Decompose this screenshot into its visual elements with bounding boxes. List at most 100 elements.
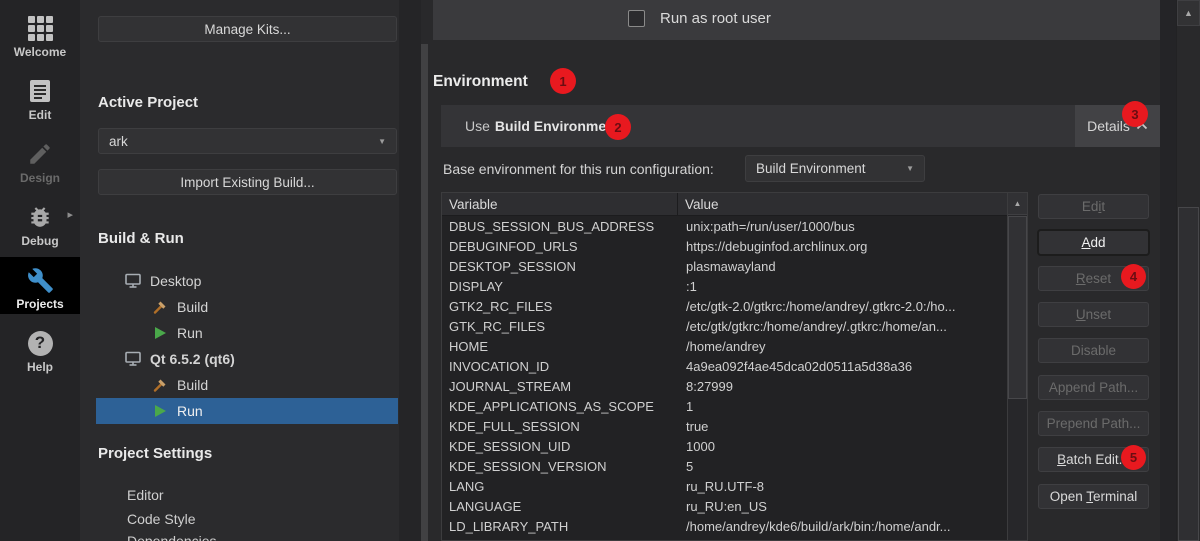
base-environment-select[interactable]: Build Environment ▼: [745, 155, 925, 182]
tree-item-build[interactable]: Build: [80, 372, 398, 398]
active-project-select[interactable]: ark ▼: [98, 128, 397, 154]
batch-edit-button[interactable]: Batch Edit...5: [1038, 447, 1149, 472]
sidebar-item-label: Edit: [29, 108, 52, 122]
mnemonic-underline: B: [1057, 452, 1066, 467]
sidebar-item-welcome[interactable]: Welcome: [0, 5, 80, 62]
import-existing-build-button[interactable]: Import Existing Build...: [98, 169, 397, 195]
open-terminal-button-label: Open Terminal: [1050, 489, 1138, 504]
value-cell: true: [678, 419, 1027, 434]
tree-item-desktop[interactable]: Desktop: [80, 268, 398, 294]
table-row[interactable]: GTK2_RC_FILES/etc/gtk-2.0/gtkrc:/home/an…: [442, 296, 1027, 316]
unset-button[interactable]: Unset: [1038, 302, 1149, 327]
splitter-handle[interactable]: [421, 44, 428, 541]
window-scrollbar[interactable]: ▲: [1176, 0, 1200, 541]
tree-item-label: Desktop: [150, 273, 201, 289]
add-button[interactable]: Add: [1038, 230, 1149, 255]
tree-item-run[interactable]: Run: [96, 398, 398, 424]
run-icon: [155, 327, 166, 339]
value-cell: 4a9ea092f4ae45dca02d0511a5d38a36: [678, 359, 1027, 374]
mode-sidebar: Welcome Edit Design ▸ Debug Projects ?Help: [0, 0, 80, 541]
window-scrollbar-thumb[interactable]: [1178, 207, 1199, 541]
value-cell: /etc/gtk/gtkrc:/home/andrey/.gtkrc:/home…: [678, 319, 1027, 334]
manage-kits-button[interactable]: Manage Kits...: [98, 16, 397, 42]
prepend-path-button-label: Prepend Path...: [1047, 416, 1141, 431]
panel-gutter: [399, 0, 421, 541]
value-cell: unix:path=/run/user/1000/bus: [678, 219, 1027, 234]
table-row[interactable]: DISPLAY:1: [442, 276, 1027, 296]
table-header: Variable Value: [442, 193, 1027, 216]
table-scrollbar[interactable]: ▲: [1007, 193, 1027, 540]
edit-button[interactable]: Edit: [1038, 194, 1149, 219]
hammer-icon: [152, 299, 168, 315]
open-terminal-button[interactable]: Open Terminal: [1038, 484, 1149, 509]
document-icon: [28, 74, 52, 108]
table-row[interactable]: LANGru_RU.UTF-8: [442, 476, 1027, 496]
column-header-value[interactable]: Value: [678, 193, 1027, 215]
settings-item-editor[interactable]: Editor: [127, 487, 164, 503]
sidebar-item-design[interactable]: Design: [0, 131, 80, 188]
value-cell: ru_RU.UTF-8: [678, 479, 1027, 494]
sidebar-item-label: Help: [27, 360, 53, 374]
sidebar-item-edit[interactable]: Edit: [0, 68, 80, 125]
run-as-root-label: Run as root user: [660, 10, 771, 27]
chevron-down-icon: ▼: [378, 137, 396, 146]
table-row[interactable]: KDE_SESSION_UID1000: [442, 436, 1027, 456]
environment-details-header[interactable]: Use Build Environment Details 3: [441, 105, 1160, 147]
project-panel: Manage Kits... Active Project ark ▼ Impo…: [80, 0, 399, 541]
tree-item-qt-6-5-2-qt6-[interactable]: Qt 6.5.2 (qt6): [80, 346, 398, 372]
append-path-button[interactable]: Append Path...: [1038, 375, 1149, 400]
scroll-up-icon[interactable]: ▲: [1177, 0, 1200, 26]
variable-cell: LD_LIBRARY_PATH: [442, 519, 678, 534]
sidebar-item-projects[interactable]: Projects: [0, 257, 80, 314]
grid-icon: [27, 11, 53, 45]
value-cell: ru_RU:en_US: [678, 499, 1027, 514]
mnemonic-underline: T: [1086, 489, 1093, 504]
table-row[interactable]: INVOCATION_ID4a9ea092f4ae45dca02d0511a5d…: [442, 356, 1027, 376]
value-cell: https://debuginfod.archlinux.org: [678, 239, 1027, 254]
table-row[interactable]: DESKTOP_SESSIONplasmawayland: [442, 256, 1027, 276]
table-row[interactable]: DEBUGINFOD_URLShttps://debuginfod.archli…: [442, 236, 1027, 256]
variable-cell: HOME: [442, 339, 678, 354]
reset-button[interactable]: Reset4: [1038, 266, 1149, 291]
tree-item-label: Build: [177, 377, 208, 393]
prepend-path-button[interactable]: Prepend Path...: [1038, 411, 1149, 436]
variable-cell: GTK2_RC_FILES: [442, 299, 678, 314]
table-row[interactable]: LD_LIBRARY_PATH/home/andrey/kde6/build/a…: [442, 516, 1027, 536]
table-row[interactable]: LANGUAGEru_RU:en_US: [442, 496, 1027, 516]
unset-button-label: Unset: [1076, 307, 1111, 322]
table-row[interactable]: KDE_SESSION_VERSION5: [442, 456, 1027, 476]
tree-item-label: Qt 6.5.2 (qt6): [150, 351, 235, 367]
settings-item-code-style[interactable]: Code Style: [127, 511, 195, 527]
qtcreator-window: Welcome Edit Design ▸ Debug Projects ?Help Man…: [0, 0, 1200, 541]
column-header-variable[interactable]: Variable: [442, 193, 678, 215]
sidebar-item-label: Debug: [21, 234, 58, 248]
batch-edit-button-label: Batch Edit...: [1057, 452, 1130, 467]
value-cell: /home/andrey: [678, 339, 1027, 354]
value-cell: 8:27999: [678, 379, 1027, 394]
project-settings-heading: Project Settings: [98, 445, 212, 462]
tree-item-build[interactable]: Build: [80, 294, 398, 320]
settings-item-dependencies[interactable]: Dependencies: [127, 533, 217, 541]
disable-button[interactable]: Disable: [1038, 338, 1149, 363]
annotation-badge-5: 5: [1121, 445, 1146, 470]
sidebar-item-debug[interactable]: ▸ Debug: [0, 194, 80, 251]
scroll-up-icon[interactable]: ▲: [1008, 193, 1027, 215]
table-row[interactable]: DBUS_SESSION_BUS_ADDRESSunix:path=/run/u…: [442, 216, 1027, 236]
tree-item-run[interactable]: Run: [80, 320, 398, 346]
sidebar-item-help[interactable]: ?Help: [0, 320, 80, 377]
table-row[interactable]: GTK_RC_FILES/etc/gtk/gtkrc:/home/andrey/…: [442, 316, 1027, 336]
table-scrollbar-thumb[interactable]: [1008, 216, 1027, 399]
table-row[interactable]: HOME/home/andrey: [442, 336, 1027, 356]
table-row[interactable]: JOURNAL_STREAM8:27999: [442, 376, 1027, 396]
value-cell: :1: [678, 279, 1027, 294]
table-row[interactable]: KDE_FULL_SESSIONtrue: [442, 416, 1027, 436]
tree-item-label: Build: [177, 299, 208, 315]
details-button[interactable]: Details 3: [1075, 105, 1160, 147]
table-row[interactable]: KDE_APPLICATIONS_AS_SCOPE1: [442, 396, 1027, 416]
mnemonic-underline: R: [1076, 271, 1086, 286]
submenu-arrow-icon: ▸: [67, 208, 73, 221]
value-cell: /home/andrey/kde6/build/ark/bin:/home/an…: [678, 519, 1027, 534]
run-as-root-checkbox[interactable]: [628, 10, 645, 27]
environment-variables-table: Variable Value DBUS_SESSION_BUS_ADDRESSu…: [441, 192, 1028, 541]
variable-cell: JOURNAL_STREAM: [442, 379, 678, 394]
